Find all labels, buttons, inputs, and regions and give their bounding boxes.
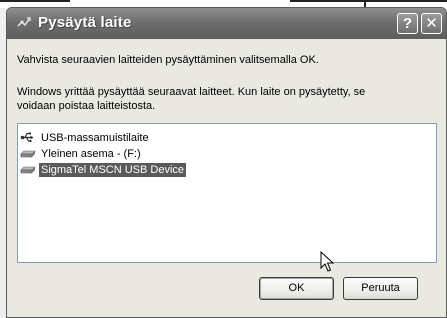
ok-button[interactable]: OK [259, 277, 334, 300]
description-text: Windows yrittää pysäyttää seuraavat lait… [17, 86, 366, 112]
dialog-body: Vahvista seuraavien laitteiden pysäyttäm… [11, 39, 442, 317]
title-bar[interactable]: Pysäytä laite ? ✕ [7, 8, 446, 39]
hardware-icon [17, 17, 31, 27]
usb-icon [20, 132, 33, 143]
mouse-cursor-icon [320, 251, 335, 272]
list-item[interactable]: SigmaTel MSCN USB Device [20, 162, 187, 177]
drive-icon [20, 150, 36, 158]
drive-icon [20, 166, 36, 174]
dialog-title: Pysäytä laite [38, 14, 132, 31]
list-item[interactable]: USB-massamuistilaite [20, 130, 151, 145]
help-button[interactable]: ? [397, 13, 418, 34]
close-button[interactable]: ✕ [421, 13, 442, 34]
background-line [290, 0, 447, 2]
safely-remove-dialog: Pysäytä laite ? ✕ Vahvista seuraavien la… [6, 7, 447, 318]
device-label: SigmaTel MSCN USB Device [39, 162, 187, 177]
device-label: USB-massamuistilaite [41, 131, 149, 144]
device-list[interactable]: USB-massamuistilaite Yleinen asema - (F:… [17, 123, 437, 263]
device-label: Yleinen asema - (F:) [41, 147, 141, 160]
instruction-text: Vahvista seuraavien laitteiden pysäyttäm… [17, 54, 319, 66]
list-item[interactable]: Yleinen asema - (F:) [20, 146, 143, 161]
background-line [0, 0, 70, 2]
cancel-button[interactable]: Peruuta [343, 277, 418, 300]
